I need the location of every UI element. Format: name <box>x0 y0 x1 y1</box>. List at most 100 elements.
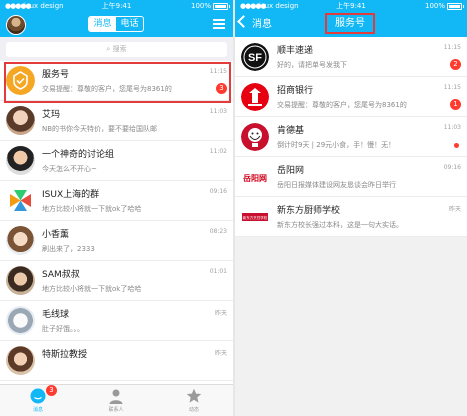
conversation-row[interactable]: SAM叔叔 地方比较小将就一下就ok了哈哈 01:01 <box>0 261 233 301</box>
account-time: 09:16 <box>443 164 461 171</box>
conversation-time: 11:02 <box>209 148 227 155</box>
conversation-name: 毛线球 <box>42 310 70 320</box>
avatar <box>6 266 35 295</box>
conversation-row[interactable]: 特斯拉教授 昨天 <box>0 341 233 381</box>
account-time: 11:15 <box>443 84 461 91</box>
contacts-icon <box>109 389 123 404</box>
status-bar: ●●●●● isux design 上午9:41 100% <box>235 0 467 12</box>
account-name: 招商银行 <box>277 86 314 96</box>
search-input[interactable]: ⌕ 搜索 <box>6 42 227 57</box>
sf-logo-text: SF <box>248 52 262 64</box>
account-preview: 好的，请把单号发我下 <box>277 61 347 69</box>
conversation-time: 09:16 <box>209 188 227 195</box>
tab-contacts[interactable]: 联系人 <box>86 385 146 416</box>
conversation-row[interactable]: 艾玛 NB的书你今天特价，要不要给国队邮 11:03 <box>0 101 233 141</box>
tab-unread-badge: 3 <box>46 385 57 396</box>
tab-label: 动态 <box>188 407 199 413</box>
account-row-kfc[interactable]: 肯德基 倒计时9天 | 29元小食，手！慢！无！ 11:03 <box>235 117 467 157</box>
bottom-tab-bar: 3 消息 联系人 动态 <box>0 384 233 416</box>
account-row-yueyang[interactable]: 岳阳网 岳阳网 岳阳日报媒体建设网友恳谈会昨日举行 09:16 <box>235 157 467 197</box>
nav-bar: 消息 电话 <box>0 12 233 37</box>
conversation-row[interactable]: 一个神奇的讨论组 今天怎么不开心~ 11:02 <box>0 141 233 181</box>
conversation-preview: 肚子好饿。。。 <box>42 325 84 333</box>
account-name: 新东方厨师学校 <box>277 206 341 216</box>
xdf-logo-icon: 新东方烹饪学校 <box>241 203 269 231</box>
account-row-cmb[interactable]: 招商银行 交易提醒：尊敬的客户，您尾号为8361的 11:15 1 <box>235 77 467 117</box>
left-phone-screen: ●●●●● isux design 上午9:41 100% 消息 电话 ⌕ 搜索… <box>0 0 233 416</box>
avatar <box>6 226 35 255</box>
tab-label: 消息 <box>32 407 43 413</box>
tab-label: 联系人 <box>108 407 124 413</box>
avatar <box>6 106 35 135</box>
conversation-preview: 地方比较小将就一下就ok了哈哈 <box>42 205 142 213</box>
chat-bubble-icon <box>30 388 46 404</box>
kfc-logo-icon <box>241 123 269 151</box>
avatar <box>6 306 35 335</box>
conversation-name: 特斯拉教授 <box>42 350 88 360</box>
sf-logo-icon: SF <box>241 43 269 71</box>
tab-messages[interactable]: 消息 <box>89 17 116 31</box>
right-phone-screen: ●●●●● isux design 上午9:41 100% 消息 服务号 SF … <box>235 0 467 416</box>
tab-feeds[interactable]: 动态 <box>164 385 224 416</box>
account-name: 肯德基 <box>277 126 305 136</box>
my-avatar[interactable] <box>6 15 26 35</box>
account-time: 11:15 <box>443 44 461 51</box>
search-placeholder: 搜索 <box>112 45 127 53</box>
conversation-preview: 今天怎么不开心~ <box>42 165 97 173</box>
account-name: 顺丰速递 <box>277 46 314 56</box>
battery-percent: 100% <box>190 2 211 10</box>
chevron-left-icon <box>237 15 250 28</box>
bank-logo-icon <box>241 83 269 111</box>
conversation-list: 服务号 交易提醒：尊敬的客户，您尾号为8361的 11:15 3 艾玛 NB的书… <box>0 61 233 381</box>
account-time: 11:03 <box>443 124 461 131</box>
account-row-xdf[interactable]: 新东方烹饪学校 新东方厨师学校 新东方校长强过本科，这是一句大实话。 昨天 <box>235 197 467 237</box>
account-name: 岳阳网 <box>277 166 305 176</box>
conversation-time: 11:03 <box>209 108 227 115</box>
conversation-time: 昨天 <box>214 310 227 317</box>
conversation-row[interactable]: 小香薰 刷出来了，2333 08:23 <box>0 221 233 261</box>
conversation-name: 小香薰 <box>42 230 70 240</box>
back-label: 消息 <box>252 19 272 30</box>
highlight-box <box>4 62 231 103</box>
unread-badge: 1 <box>450 99 461 110</box>
tab-calls[interactable]: 电话 <box>116 17 143 31</box>
account-row-sf[interactable]: SF 顺丰速递 好的，请把单号发我下 11:15 2 <box>235 37 467 77</box>
account-time: 昨天 <box>448 206 461 213</box>
conversation-preview: 地方比较小将就一下就ok了哈哈 <box>42 285 142 293</box>
conversation-time: 08:23 <box>209 228 227 235</box>
battery-percent: 100% <box>424 2 445 10</box>
account-preview: 岳阳日报媒体建设网友恳谈会昨日举行 <box>277 181 396 189</box>
unread-badge: 2 <box>450 59 461 70</box>
conversation-name: SAM叔叔 <box>42 270 80 280</box>
back-button[interactable]: 消息 <box>237 15 272 34</box>
conversation-time: 昨天 <box>214 350 227 357</box>
page-title: 服务号 <box>325 13 375 34</box>
conversation-row[interactable]: ISUX上海的群 地方比较小将就一下就ok了哈哈 09:16 <box>0 181 233 221</box>
conversation-row[interactable]: 毛线球 肚子好饿。。。 昨天 <box>0 301 233 341</box>
conversation-time: 01:01 <box>209 268 227 275</box>
avatar <box>6 146 35 175</box>
yueyang-logo-text: 岳阳网 <box>243 173 267 183</box>
conversation-preview: 刷出来了，2333 <box>42 245 95 253</box>
conversation-preview: NB的书你今天特价，要不要给国队邮 <box>42 125 158 133</box>
conversation-name: 一个神奇的讨论组 <box>42 150 115 160</box>
star-icon <box>186 388 202 403</box>
conversation-name: ISUX上海的群 <box>42 190 100 200</box>
service-account-list: SF 顺丰速递 好的，请把单号发我下 11:15 2 招商银行 交易提醒：尊敬的… <box>235 37 467 237</box>
nav-bar: 消息 服务号 <box>235 12 467 37</box>
battery-icon <box>213 3 230 10</box>
menu-icon[interactable] <box>213 19 225 29</box>
search-bar: ⌕ 搜索 <box>0 37 233 61</box>
conversation-name: 艾玛 <box>42 110 61 120</box>
unread-dot <box>454 143 459 148</box>
isux-logo-icon <box>6 186 35 215</box>
yueyang-logo-icon: 岳阳网 <box>241 163 269 191</box>
status-bar: ●●●●● isux design 上午9:41 100% <box>0 0 233 12</box>
account-preview: 交易提醒：尊敬的客户，您尾号为8361的 <box>277 101 407 109</box>
account-preview: 新东方校长强过本科，这是一句大实话。 <box>277 221 403 229</box>
account-preview: 倒计时9天 | 29元小食，手！慢！无！ <box>277 141 396 149</box>
battery-icon <box>447 3 464 10</box>
message-call-switch: 消息 电话 <box>88 16 144 32</box>
tab-messages-bottom[interactable]: 3 消息 <box>8 385 68 416</box>
xdf-logo-text: 新东方烹饪学校 <box>243 215 268 220</box>
